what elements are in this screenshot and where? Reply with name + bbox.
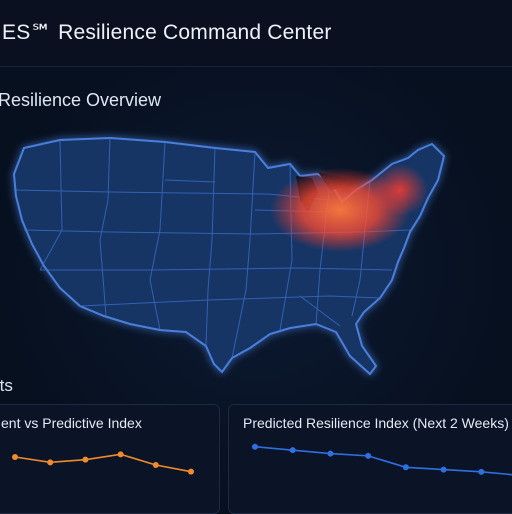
chart-current-vs-predictive xyxy=(12,451,194,475)
app-title: IES℠ Resilience Command Center xyxy=(0,21,332,44)
right-chart-point-1 xyxy=(289,447,296,454)
app-header: IES℠ Resilience Command Center xyxy=(0,0,512,67)
alerts-title: rts xyxy=(0,376,13,395)
left-chart-series-line xyxy=(14,453,192,473)
panel-predicted-resilience: Predicted Resilience Index (Next 2 Weeks… xyxy=(228,404,512,514)
right-chart-point-5 xyxy=(440,466,447,473)
right-chart-point-0 xyxy=(252,443,258,450)
left-chart-point-2 xyxy=(82,456,89,463)
left-chart-point-5 xyxy=(188,468,194,475)
left-chart-point-4 xyxy=(152,462,159,468)
panel-left-title: ent vs Predictive Index xyxy=(1,415,142,431)
map-svg xyxy=(12,136,446,376)
left-chart-point-0 xyxy=(12,454,18,460)
hotspot-northeast xyxy=(372,164,428,216)
us-resilience-map[interactable] xyxy=(0,120,512,390)
right-chart-point-6 xyxy=(478,468,485,475)
right-chart-point-2 xyxy=(327,450,334,457)
panel-current-vs-predictive: ent vs Predictive Index xyxy=(0,404,220,514)
panel-right-title: Predicted Resilience Index (Next 2 Weeks… xyxy=(243,415,509,431)
right-chart-point-4 xyxy=(402,464,409,471)
overview-title: Resilience Overview xyxy=(0,90,162,110)
left-chart-point-3 xyxy=(117,451,124,458)
right-chart-point-3 xyxy=(365,452,372,459)
chart-predicted-resilience xyxy=(252,443,512,476)
left-chart-point-1 xyxy=(47,459,54,466)
